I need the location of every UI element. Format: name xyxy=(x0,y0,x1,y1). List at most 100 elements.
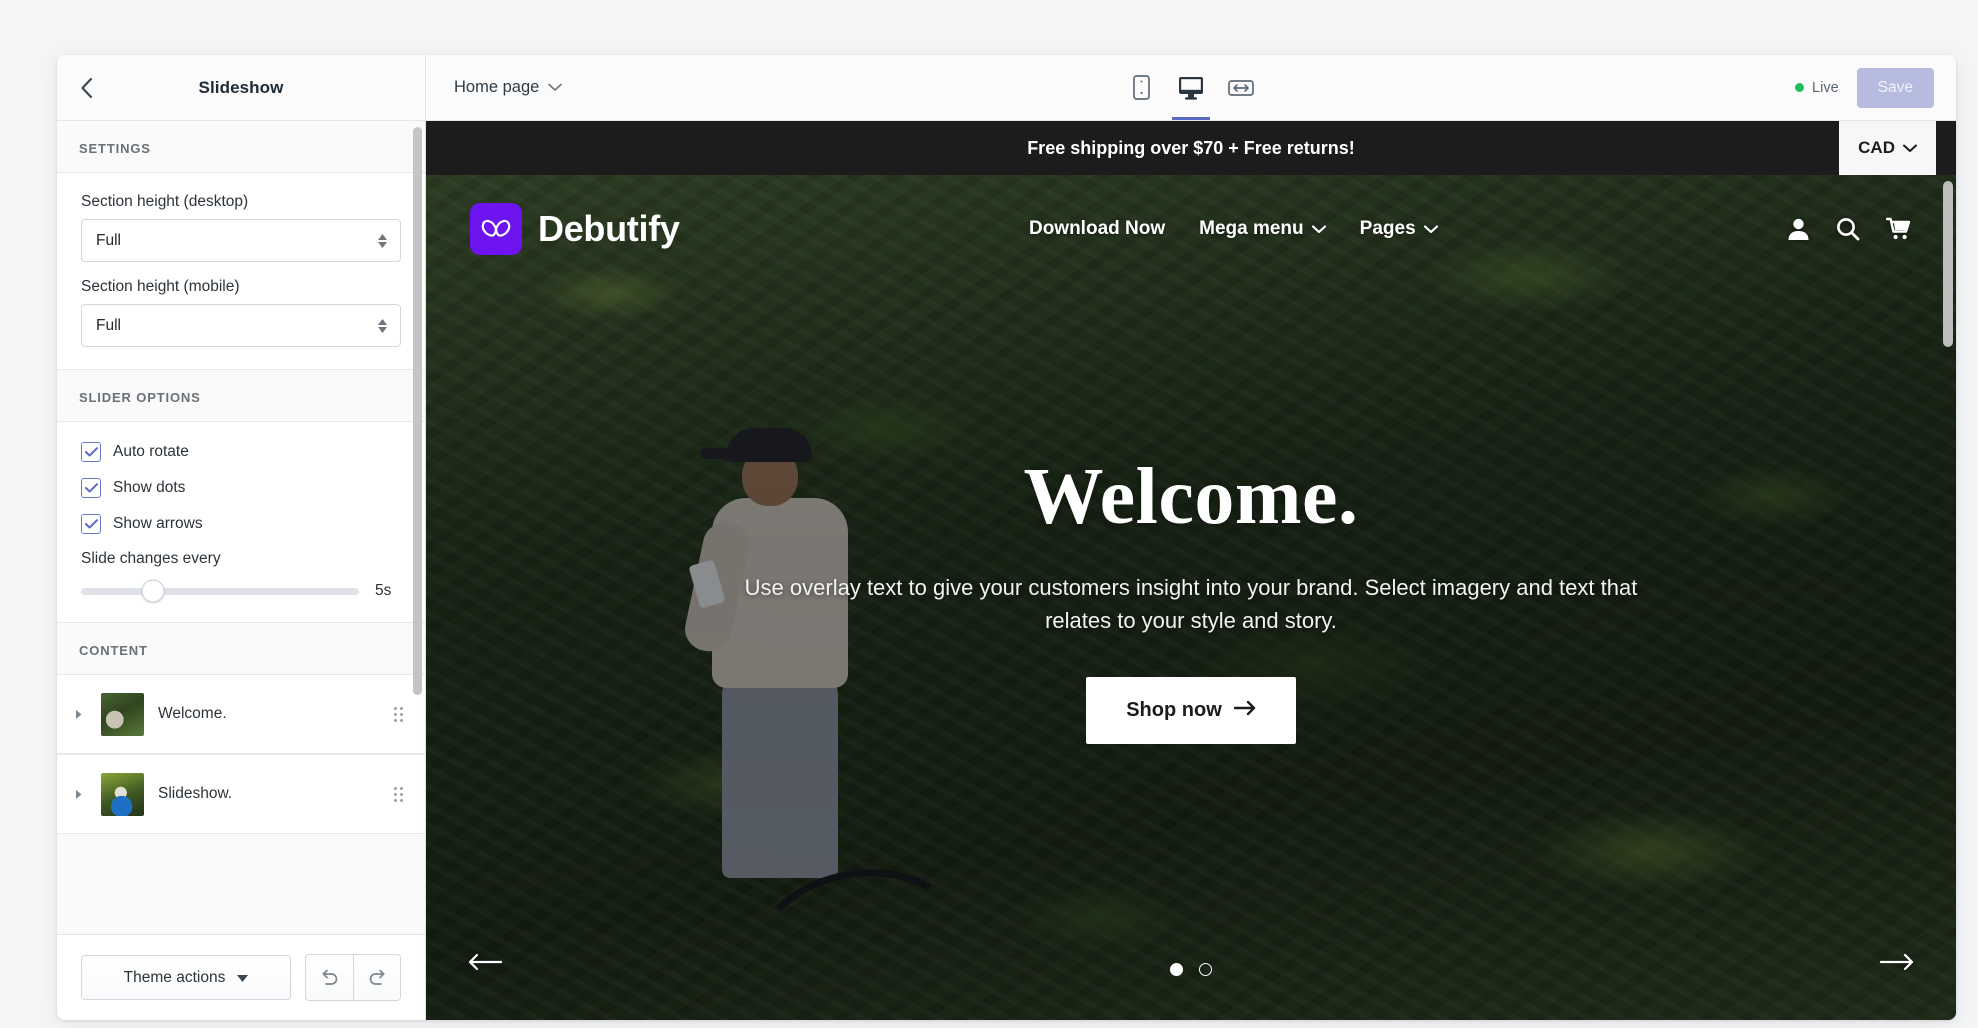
device-preview-toggle xyxy=(1118,55,1264,120)
nav-download-now[interactable]: Download Now xyxy=(1029,218,1165,240)
slider-dot-2[interactable] xyxy=(1199,963,1212,976)
slide-interval-value: 5s xyxy=(375,582,392,599)
slide-interval-row: 5s xyxy=(81,579,401,603)
store-preview: Free shipping over $70 + Free returns! C… xyxy=(426,121,1956,1020)
chevron-left-icon[interactable] xyxy=(71,73,101,103)
brand-logo[interactable]: Debutify xyxy=(470,203,680,255)
brand-name: Debutify xyxy=(538,208,680,249)
slider-prev-arrow[interactable] xyxy=(468,946,503,980)
search-icon[interactable] xyxy=(1836,217,1860,241)
cart-icon[interactable] xyxy=(1886,217,1912,241)
drag-handle-icon[interactable] xyxy=(394,706,403,722)
hero-description: Use overlay text to give your customers … xyxy=(744,574,1638,633)
show-arrows-checkbox-row[interactable]: Show arrows xyxy=(81,514,401,534)
stepper-arrows-icon xyxy=(378,318,387,333)
list-item-label: Slideshow. xyxy=(158,785,233,802)
live-label: Live xyxy=(1812,79,1839,96)
section-height-mobile-value: Full xyxy=(96,316,121,334)
hero-title: Welcome. xyxy=(1023,452,1359,541)
desktop-view-button[interactable] xyxy=(1168,55,1214,120)
hero-content: Welcome. Use overlay text to give your c… xyxy=(426,452,1956,744)
checkbox-checked-icon xyxy=(81,442,101,462)
checkbox-checked-icon xyxy=(81,514,101,534)
announcement-text: Free shipping over $70 + Free returns! xyxy=(1027,137,1355,158)
store-header-icons xyxy=(1787,217,1912,241)
section-height-desktop-select[interactable]: Full xyxy=(81,219,401,262)
announcement-bar: Free shipping over $70 + Free returns! C… xyxy=(426,121,1956,175)
slider-next-arrow[interactable] xyxy=(1879,946,1914,980)
checkbox-checked-icon xyxy=(81,478,101,498)
auto-rotate-label: Auto rotate xyxy=(113,443,189,460)
list-item[interactable]: Welcome. xyxy=(57,674,425,754)
section-height-mobile-select[interactable]: Full xyxy=(81,304,401,347)
slider-options-heading: SLIDER OPTIONS xyxy=(57,370,425,421)
settings-section-heading: SETTINGS xyxy=(57,121,425,172)
settings-card: Section height (desktop) Full Section he… xyxy=(57,172,425,370)
preview-scrollbar[interactable] xyxy=(1943,181,1953,347)
slide-interval-slider[interactable] xyxy=(81,579,359,603)
page-title: Slideshow xyxy=(198,77,284,97)
sidebar-scroll-area: SETTINGS Section height (desktop) Full S… xyxy=(57,121,425,934)
currency-label: CAD xyxy=(1858,138,1895,157)
fullwidth-view-button[interactable] xyxy=(1218,55,1264,120)
auto-rotate-checkbox-row[interactable]: Auto rotate xyxy=(81,442,401,462)
undo-icon[interactable] xyxy=(306,955,353,1000)
chevron-down-icon xyxy=(1903,138,1917,158)
history-button-group xyxy=(305,954,401,1001)
toolbar-right: Home page Live Save xyxy=(426,55,1956,120)
slide-thumbnail xyxy=(101,692,144,736)
content-section-heading: CONTENT xyxy=(57,623,425,674)
show-dots-checkbox-row[interactable]: Show dots xyxy=(81,478,401,498)
theme-actions-label: Theme actions xyxy=(123,968,226,986)
store-header: Debutify Download Now Mega menu Pages xyxy=(426,175,1956,283)
settings-sidebar: SETTINGS Section height (desktop) Full S… xyxy=(57,121,426,1020)
live-status-badge[interactable]: Live xyxy=(1795,80,1839,96)
arrow-right-icon xyxy=(1233,699,1256,722)
sidebar-scrollbar[interactable] xyxy=(413,127,422,695)
theme-editor-window: Slideshow Home page Live Save SETTINGS S… xyxy=(57,55,1956,1020)
sidebar-footer: Theme actions xyxy=(57,934,425,1020)
redo-icon[interactable] xyxy=(353,955,400,1000)
live-indicator-dot xyxy=(1795,83,1805,92)
show-dots-label: Show dots xyxy=(113,479,186,496)
section-height-mobile-field: Section height (mobile) Full xyxy=(81,278,401,347)
hero-slide: Debutify Download Now Mega menu Pages We… xyxy=(426,175,1956,1020)
slider-dot-1[interactable] xyxy=(1170,963,1183,976)
currency-selector[interactable]: CAD xyxy=(1839,121,1936,175)
chevron-down-icon xyxy=(1311,218,1326,240)
store-navigation: Download Now Mega menu Pages xyxy=(1029,218,1438,240)
section-height-desktop-field: Section height (desktop) Full xyxy=(81,193,401,262)
chevron-down-icon xyxy=(237,969,249,987)
nav-pages[interactable]: Pages xyxy=(1360,218,1438,240)
section-height-desktop-value: Full xyxy=(96,231,121,249)
drag-handle-icon[interactable] xyxy=(394,786,403,802)
account-icon[interactable] xyxy=(1787,217,1810,241)
slider-thumb[interactable] xyxy=(141,579,165,603)
stepper-arrows-icon xyxy=(378,233,387,248)
save-button[interactable]: Save xyxy=(1856,67,1934,108)
slider-options-card: Auto rotate Show dots Show arrows Slide … xyxy=(57,421,425,623)
sidebar-header: Slideshow xyxy=(57,55,426,120)
nav-label: Download Now xyxy=(1028,218,1166,239)
chevron-down-icon xyxy=(1423,218,1438,240)
nav-mega-menu[interactable]: Mega menu xyxy=(1199,218,1326,240)
slider-dots xyxy=(1170,963,1212,976)
show-arrows-label: Show arrows xyxy=(113,515,203,532)
toolbar-actions: Live Save xyxy=(1795,67,1934,108)
editor-body: SETTINGS Section height (desktop) Full S… xyxy=(57,121,1956,1020)
list-item[interactable]: Slideshow. xyxy=(57,754,425,834)
caret-right-icon[interactable] xyxy=(75,789,87,800)
list-item-label: Welcome. xyxy=(158,705,227,722)
mobile-view-button[interactable] xyxy=(1118,55,1164,120)
caret-right-icon[interactable] xyxy=(75,709,87,720)
page-selector-label: Home page xyxy=(454,78,540,96)
page-selector-dropdown[interactable]: Home page xyxy=(450,74,566,101)
slide-thumbnail xyxy=(101,772,144,816)
shop-now-label: Shop now xyxy=(1126,698,1222,721)
top-toolbar: Slideshow Home page Live Save xyxy=(57,55,1956,121)
shop-now-button[interactable]: Shop now xyxy=(1086,676,1296,744)
slide-interval-label: Slide changes every xyxy=(81,550,221,567)
nav-label: Mega menu xyxy=(1199,218,1304,239)
section-height-desktop-label: Section height (desktop) xyxy=(81,193,249,210)
theme-actions-button[interactable]: Theme actions xyxy=(81,955,291,1000)
